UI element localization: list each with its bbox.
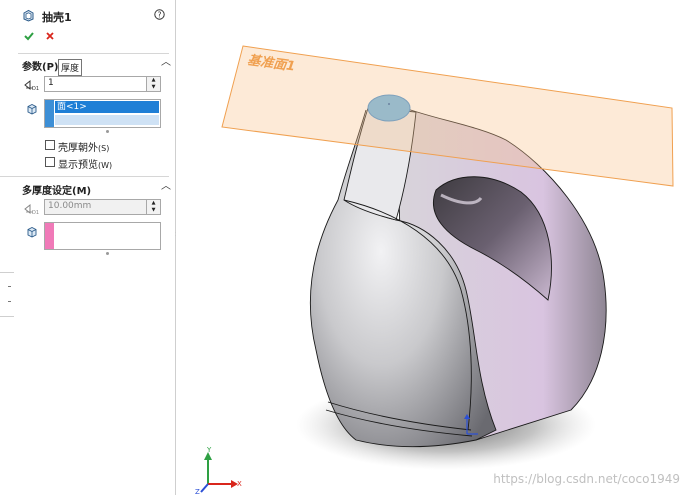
property-manager: 抽壳1 ? 参数(P) 厚度 ︿ D1 1 ▲ ▼ 面<1> 壳厚朝外(S) 显示… (0, 0, 176, 495)
edge-divider (0, 272, 14, 273)
thickness-tooltip: 厚度 (58, 59, 83, 76)
spin-arrows-icon[interactable]: ▲ ▼ (146, 77, 160, 91)
multi-thickness-value: 10.00mm (48, 201, 92, 211)
help-circle-icon[interactable]: ? (154, 9, 165, 20)
edge-divider (0, 316, 14, 317)
parameters-section-title[interactable]: 参数(P) (22, 58, 58, 73)
section-divider (0, 176, 169, 177)
edge-tick (8, 286, 11, 287)
edge-tick (8, 301, 11, 302)
resize-grip[interactable] (106, 252, 109, 255)
bottle-model[interactable]: 基准面1 Y X Z (176, 0, 692, 495)
graphics-viewport[interactable]: 基准面1 Y X Z https://blog.csdn.net/coco194… (176, 0, 692, 495)
thickness-dimension-icon: D1 (24, 79, 40, 92)
resize-grip[interactable] (106, 130, 109, 133)
show-preview-key: (W) (98, 161, 113, 170)
multi-thickness-dimension-icon: D1 (24, 203, 40, 216)
shell-outward-key: (S) (98, 144, 110, 153)
close-icon[interactable] (45, 31, 55, 41)
svg-text:D1: D1 (32, 210, 39, 215)
selection-color-swatch (45, 223, 54, 249)
chevron-up-icon[interactable]: ︿ (160, 58, 172, 68)
face-cube-icon (26, 103, 38, 115)
show-preview-label: 显示预览(W) (58, 156, 112, 171)
watermark-text: https://blog.csdn.net/coco1949 (493, 472, 680, 486)
show-preview-checkbox[interactable] (45, 157, 55, 167)
list-empty-row (55, 115, 159, 125)
svg-text:D1: D1 (32, 86, 39, 91)
axis-y-label: Y (206, 446, 212, 454)
checkmark-icon[interactable] (24, 31, 34, 41)
view-axes-icon: Y X Z (195, 446, 242, 495)
chevron-up-icon[interactable]: ︿ (160, 182, 172, 192)
selection-color-swatch (45, 100, 54, 127)
thickness-spinbox[interactable]: 1 ▲ ▼ (44, 76, 161, 92)
shell-outward-label: 壳厚朝外(S) (58, 139, 109, 154)
axis-x-label: X (237, 480, 242, 488)
multi-thickness-section-title[interactable]: 多厚度设定(M) (22, 182, 91, 197)
header-divider (18, 53, 169, 54)
feature-title: 抽壳1 (42, 11, 72, 24)
show-preview-text: 显示预览 (58, 160, 98, 171)
shell-outward-text: 壳厚朝外 (58, 143, 98, 154)
shell-outward-checkbox[interactable] (45, 140, 55, 150)
thickness-value: 1 (48, 78, 54, 88)
multi-thickness-spinbox[interactable]: 10.00mm ▲ ▼ (44, 199, 161, 215)
multi-thickness-faces-listbox[interactable] (44, 222, 161, 250)
shell-feature-icon (22, 9, 35, 22)
spin-arrows-icon[interactable]: ▲ ▼ (146, 200, 160, 214)
multi-face-cube-icon (26, 226, 38, 238)
axis-z-label: Z (195, 488, 200, 495)
svg-text:?: ? (158, 10, 162, 19)
list-item[interactable]: 面<1> (55, 101, 159, 113)
faces-to-remove-listbox[interactable]: 面<1> (44, 99, 161, 128)
